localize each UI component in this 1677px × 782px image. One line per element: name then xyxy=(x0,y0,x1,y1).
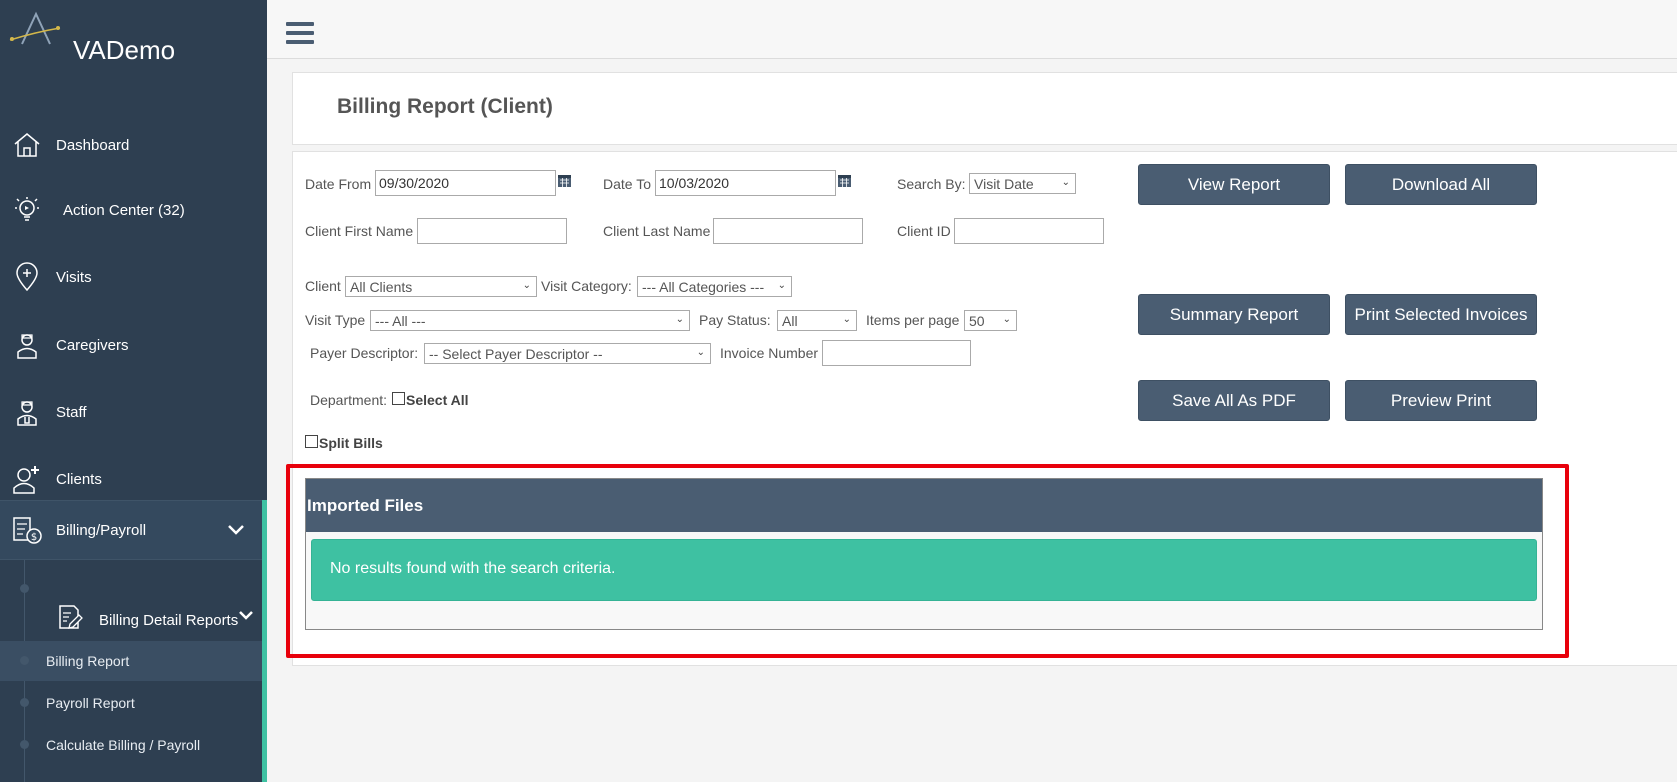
search-by-label: Search By: xyxy=(897,176,966,192)
calendar-icon[interactable] xyxy=(837,173,852,188)
sidebar-item-visits[interactable]: Visits xyxy=(0,252,267,302)
select-all-checkbox[interactable] xyxy=(392,392,405,405)
payer-descriptor-value: -- Select Payer Descriptor -- xyxy=(429,345,603,362)
client-last-name-label: Client Last Name xyxy=(603,223,711,239)
sidebar-item-billing-detail-reports[interactable]: Billing Detail Reports xyxy=(0,592,267,642)
visit-type-value: --- All --- xyxy=(375,312,426,329)
client-label: Client xyxy=(305,278,341,294)
sidebar-item-dashboard[interactable]: Dashboard xyxy=(0,120,267,170)
client-first-name-input[interactable] xyxy=(417,218,567,244)
svg-text:$: $ xyxy=(31,532,37,543)
pay-status-select[interactable]: All ⌄ xyxy=(777,310,857,331)
active-section-indicator xyxy=(262,500,267,782)
highlight-box xyxy=(286,464,1569,658)
search-by-value: Visit Date xyxy=(974,175,1034,192)
tree-dot xyxy=(20,656,29,665)
tree-dot xyxy=(20,740,29,749)
download-all-button[interactable]: Download All xyxy=(1345,164,1537,205)
visit-type-select[interactable]: --- All --- ⌄ xyxy=(370,310,690,331)
logo-icon xyxy=(9,11,61,45)
sidebar-item-label: Payroll Report xyxy=(46,695,135,711)
split-bills-checkbox[interactable] xyxy=(305,435,318,448)
page-title: Billing Report (Client) xyxy=(337,95,553,118)
lightbulb-icon xyxy=(10,193,44,227)
sidebar-item-calculate-billing-payroll[interactable]: Calculate Billing / Payroll xyxy=(0,725,262,765)
brand[interactable]: VADemo xyxy=(8,10,258,70)
sidebar-item-staff[interactable]: Staff xyxy=(0,387,267,437)
date-from-input[interactable] xyxy=(375,170,556,196)
app-name: VADemo xyxy=(73,35,176,65)
chevron-down-icon: ⌄ xyxy=(842,314,851,325)
home-icon xyxy=(10,128,44,162)
date-from-label: Date From xyxy=(305,176,372,192)
chevron-down-icon: ⌄ xyxy=(675,314,684,325)
visit-type-label: Visit Type xyxy=(305,312,366,328)
billing-icon: $ xyxy=(10,513,44,547)
sidebar-item-label: Billing Report xyxy=(46,653,130,669)
client-id-label: Client ID xyxy=(897,223,951,239)
staff-icon xyxy=(10,395,44,429)
chevron-down-icon: ⌄ xyxy=(1002,314,1011,325)
sidebar-item-label: Visits xyxy=(56,268,92,286)
date-to-input[interactable] xyxy=(655,170,836,196)
pay-status-label: Pay Status: xyxy=(699,312,771,328)
items-per-page-select[interactable]: 50 ⌄ xyxy=(964,310,1017,331)
invoice-number-label: Invoice Number xyxy=(720,345,819,361)
menu-toggle-icon[interactable] xyxy=(286,22,314,46)
client-icon xyxy=(10,462,44,496)
sidebar-item-billing-payroll[interactable]: $ Billing/Payroll xyxy=(0,500,267,560)
sidebar-item-label: Billing Detail Reports xyxy=(99,612,239,629)
chevron-down-icon: ⌄ xyxy=(522,280,531,291)
client-last-name-input[interactable] xyxy=(713,218,863,244)
chevron-down-icon xyxy=(228,525,244,535)
department-label: Department: xyxy=(310,392,388,408)
search-by-select[interactable]: Visit Date ⌄ xyxy=(969,173,1076,194)
client-id-input[interactable] xyxy=(954,218,1104,244)
sidebar-item-label: Staff xyxy=(56,403,87,421)
sidebar: VADemo Dashboard Action Center (32) Visi… xyxy=(0,0,267,782)
sidebar-item-action-center[interactable]: Action Center (32) xyxy=(0,185,267,235)
payer-descriptor-label: Payer Descriptor: xyxy=(310,345,419,361)
visit-category-select[interactable]: --- All Categories --- ⌄ xyxy=(637,276,792,297)
summary-report-button[interactable]: Summary Report xyxy=(1138,294,1330,335)
visit-category-value: --- All Categories --- xyxy=(642,278,765,295)
chevron-down-icon: ⌄ xyxy=(1061,177,1070,188)
chevron-down-icon xyxy=(239,611,253,620)
chevron-down-icon: ⌄ xyxy=(777,280,786,291)
tree-dot xyxy=(20,698,29,707)
invoice-number-input[interactable] xyxy=(822,340,971,366)
sidebar-item-billing-report[interactable]: Billing Report xyxy=(0,641,262,681)
report-edit-icon xyxy=(52,600,86,634)
top-bar xyxy=(267,0,1677,59)
client-first-name-label: Client First Name xyxy=(305,223,414,239)
sidebar-item-caregivers[interactable]: Caregivers xyxy=(0,320,267,370)
payer-descriptor-select[interactable]: -- Select Payer Descriptor -- ⌄ xyxy=(424,343,711,364)
print-selected-invoices-button[interactable]: Print Selected Invoices xyxy=(1345,294,1537,335)
save-all-as-pdf-button[interactable]: Save All As PDF xyxy=(1138,380,1330,421)
items-per-page-label: Items per page xyxy=(866,312,960,328)
select-all-label: Select All xyxy=(406,392,469,408)
sidebar-item-label: Caregivers xyxy=(56,336,129,354)
sidebar-item-label: Dashboard xyxy=(56,136,130,154)
caregiver-icon xyxy=(10,328,44,362)
split-bills-label: Split Bills xyxy=(319,435,383,451)
sidebar-item-label: Calculate Billing / Payroll xyxy=(46,737,201,753)
location-plus-icon xyxy=(10,260,44,294)
sidebar-item-label: Clients xyxy=(56,470,102,488)
visit-category-label: Visit Category: xyxy=(541,278,632,294)
chevron-down-icon: ⌄ xyxy=(696,347,705,358)
preview-print-button[interactable]: Preview Print xyxy=(1345,380,1537,421)
view-report-button[interactable]: View Report xyxy=(1138,164,1330,205)
items-per-page-value: 50 xyxy=(969,312,985,329)
client-value: All Clients xyxy=(350,278,413,295)
sidebar-item-label: Action Center (32) xyxy=(63,201,185,219)
sidebar-item-label: Billing/Payroll xyxy=(56,521,147,539)
calendar-icon[interactable] xyxy=(557,173,572,188)
date-to-label: Date To xyxy=(603,176,651,192)
sidebar-item-payroll-report[interactable]: Payroll Report xyxy=(0,683,262,723)
client-select[interactable]: All Clients ⌄ xyxy=(345,276,537,297)
sidebar-item-clients[interactable]: Clients xyxy=(0,454,267,504)
pay-status-value: All xyxy=(782,312,798,329)
page-header: Billing Report (Client) xyxy=(292,72,1677,145)
